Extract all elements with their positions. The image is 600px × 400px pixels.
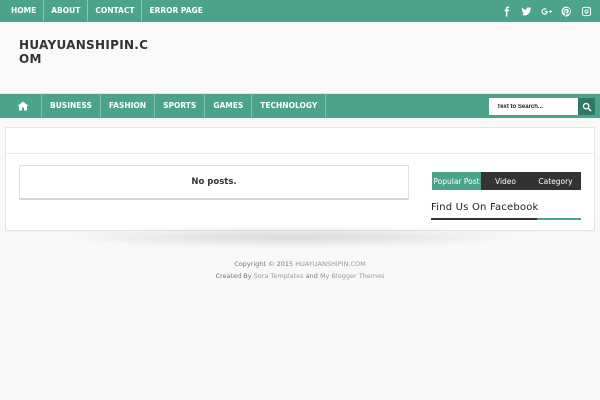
social-links xyxy=(498,3,594,19)
footer: Copyright © 2015 HUAYUANSHIPIN.COM Creat… xyxy=(0,258,600,282)
footer-site-link[interactable]: HUAYUANSHIPIN.COM xyxy=(295,260,366,268)
top-link-error-page[interactable]: ERROR PAGE xyxy=(142,0,209,22)
no-posts-message: No posts. xyxy=(19,165,409,200)
sora-templates-link[interactable]: Sora Templates xyxy=(254,272,304,280)
twitter-icon[interactable] xyxy=(518,3,534,19)
nav-item-technology[interactable]: TECHNOLOGY xyxy=(252,94,327,118)
nav-items: BUSINESS FASHION SPORTS GAMES TECHNOLOGY xyxy=(42,94,327,118)
top-bar: HOME ABOUT CONTACT ERROR PAGE xyxy=(0,0,600,22)
sidebar-tabs: Popular Post Video Category xyxy=(432,172,581,190)
home-nav-button[interactable] xyxy=(4,94,42,118)
top-links: HOME ABOUT CONTACT ERROR PAGE xyxy=(4,0,210,22)
nav-item-fashion[interactable]: FASHION xyxy=(101,94,156,118)
created-by-text: Created By xyxy=(215,272,252,280)
instagram-icon[interactable] xyxy=(578,3,594,19)
and-text: and xyxy=(305,272,318,280)
top-link-home[interactable]: HOME xyxy=(4,0,45,22)
google-plus-icon[interactable] xyxy=(538,3,554,19)
search-icon xyxy=(582,102,591,111)
footer-copyright: Copyright © 2015 HUAYUANSHIPIN.COM xyxy=(0,258,600,270)
nav-item-sports[interactable]: SPORTS xyxy=(155,94,206,118)
footer-credits: Created By Sora Templates and My Blogger… xyxy=(0,270,600,282)
top-link-contact[interactable]: CONTACT xyxy=(88,0,143,22)
content-shadow xyxy=(60,226,520,248)
home-icon xyxy=(17,101,28,111)
tab-category[interactable]: Category xyxy=(530,172,581,190)
pinterest-icon[interactable] xyxy=(558,3,574,19)
site-header: HUAYUANSHIPIN.COM xyxy=(0,22,600,94)
copyright-text: Copyright © 2015 xyxy=(234,260,294,268)
content-divider xyxy=(6,153,594,154)
my-blogger-themes-link[interactable]: My Blogger Themes xyxy=(320,272,385,280)
top-link-about[interactable]: ABOUT xyxy=(44,0,89,22)
facebook-title-underline-accent xyxy=(431,218,537,220)
search-input[interactable] xyxy=(489,98,578,115)
tab-video[interactable]: Video xyxy=(481,172,530,190)
facebook-widget-title: Find Us On Facebook xyxy=(431,202,539,213)
search-button[interactable] xyxy=(578,98,595,115)
nav-item-games[interactable]: GAMES xyxy=(205,94,253,118)
tab-popular-post[interactable]: Popular Post xyxy=(432,172,481,190)
nav-item-business[interactable]: BUSINESS xyxy=(42,94,101,118)
facebook-icon[interactable] xyxy=(498,3,514,19)
site-title[interactable]: HUAYUANSHIPIN.COM xyxy=(19,38,149,66)
